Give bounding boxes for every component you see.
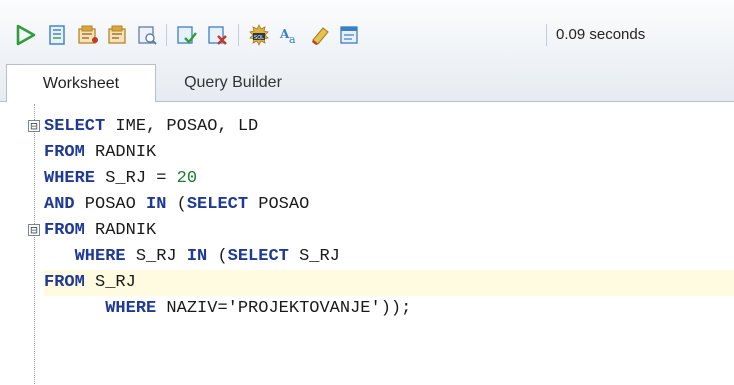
tab-worksheet[interactable]: Worksheet [6, 64, 156, 102]
explain-plan-icon [108, 25, 126, 44]
rollback-button[interactable] [205, 23, 231, 47]
code-line[interactable]: FROM RADNIK [44, 140, 734, 166]
commit-icon [177, 26, 197, 44]
sql-token: ( [166, 195, 187, 214]
code-line[interactable]: WHERE S_RJ IN (SELECT S_RJ [44, 244, 734, 270]
sql-keyword: SELECT [44, 117, 106, 136]
sql-token: NAZIV= [156, 299, 228, 318]
sql-token: ( [207, 247, 228, 266]
sql-keyword: IN [146, 195, 167, 214]
sql-token: S_RJ [288, 247, 340, 266]
sql-token: IME, POSAO, LD [105, 117, 259, 136]
to-upper-lower-button[interactable]: A a [277, 23, 303, 47]
autotrace-button[interactable] [75, 23, 101, 47]
sql-history-button[interactable]: SQL [246, 23, 272, 47]
tab-bar: Worksheet Query Builder [0, 64, 734, 102]
clear-button[interactable] [307, 23, 333, 47]
sql-tuning-button[interactable] [134, 23, 160, 47]
sql-keyword: FROM [44, 273, 85, 292]
sql-token: RADNIK [84, 143, 157, 162]
tab-query-builder[interactable]: Query Builder [158, 64, 308, 102]
run-statement-icon [16, 24, 36, 46]
fold-collapse-icon[interactable]: ⊟ [28, 120, 40, 132]
sql-token: S_RJ [125, 247, 187, 266]
svg-text:SQL: SQL [254, 35, 264, 41]
sql-token: )); [380, 299, 412, 318]
sql-keyword: SELECT [227, 247, 289, 266]
sql-token: POSAO [74, 195, 147, 214]
unshared-worksheet-button[interactable] [336, 23, 362, 47]
run-statement-button[interactable] [12, 23, 38, 47]
run-script-button[interactable] [44, 23, 70, 47]
unshared-worksheet-icon [340, 26, 358, 44]
sql-token: S_RJ = [95, 169, 177, 188]
to-upper-lower-icon: A a [279, 27, 296, 46]
sql-token: 'PROJEKTOVANJE' [227, 299, 381, 318]
sql-token: S_RJ [84, 273, 136, 292]
code-line[interactable]: FROM S_RJ [44, 270, 734, 296]
elapsed-time: 0.09 seconds [556, 26, 646, 43]
sql-token: RADNIK [84, 221, 157, 240]
toolbar-separator [166, 24, 167, 46]
code-line[interactable]: SELECT IME, POSAO, LD [44, 114, 734, 140]
sql-keyword: WHERE [105, 299, 157, 318]
sql-keyword: AND [44, 195, 75, 214]
clear-icon [312, 27, 329, 45]
toolbar-separator [546, 24, 547, 46]
sql-keyword: FROM [44, 143, 85, 162]
code-line[interactable]: WHERE S_RJ = 20 [44, 166, 734, 192]
explain-plan-button[interactable] [105, 23, 131, 47]
sql-keyword: WHERE [44, 169, 96, 188]
toolbar-separator [238, 24, 239, 46]
sql-keyword: FROM [44, 221, 85, 240]
sql-keyword: SELECT [186, 195, 249, 214]
run-script-icon [49, 25, 65, 45]
sql-token: POSAO [248, 195, 310, 214]
sql-number: 20 [176, 169, 198, 188]
sql-keyword: WHERE [74, 247, 126, 266]
code-line[interactable]: FROM RADNIK [44, 218, 734, 244]
code-line[interactable]: AND POSAO IN (SELECT POSAO [44, 192, 734, 218]
svg-text:a: a [289, 33, 296, 46]
fold-gutter [34, 104, 35, 384]
autotrace-icon [78, 25, 98, 44]
rollback-icon [208, 26, 227, 45]
sql-keyword: IN [186, 247, 208, 266]
code-line[interactable]: WHERE NAZIV='PROJEKTOVANJE')); [44, 296, 734, 322]
fold-collapse-icon[interactable]: ⊟ [28, 224, 40, 236]
sql-history-icon: SQL [249, 24, 269, 46]
commit-button[interactable] [174, 23, 200, 47]
toolbar: SQL A a 0.09 seconds [0, 0, 734, 64]
sql-editor[interactable]: ⊟ ⊟ SELECT IME, POSAO, LD FROM RADNIK WHER… [0, 102, 734, 385]
sql-tuning-icon [138, 26, 157, 45]
